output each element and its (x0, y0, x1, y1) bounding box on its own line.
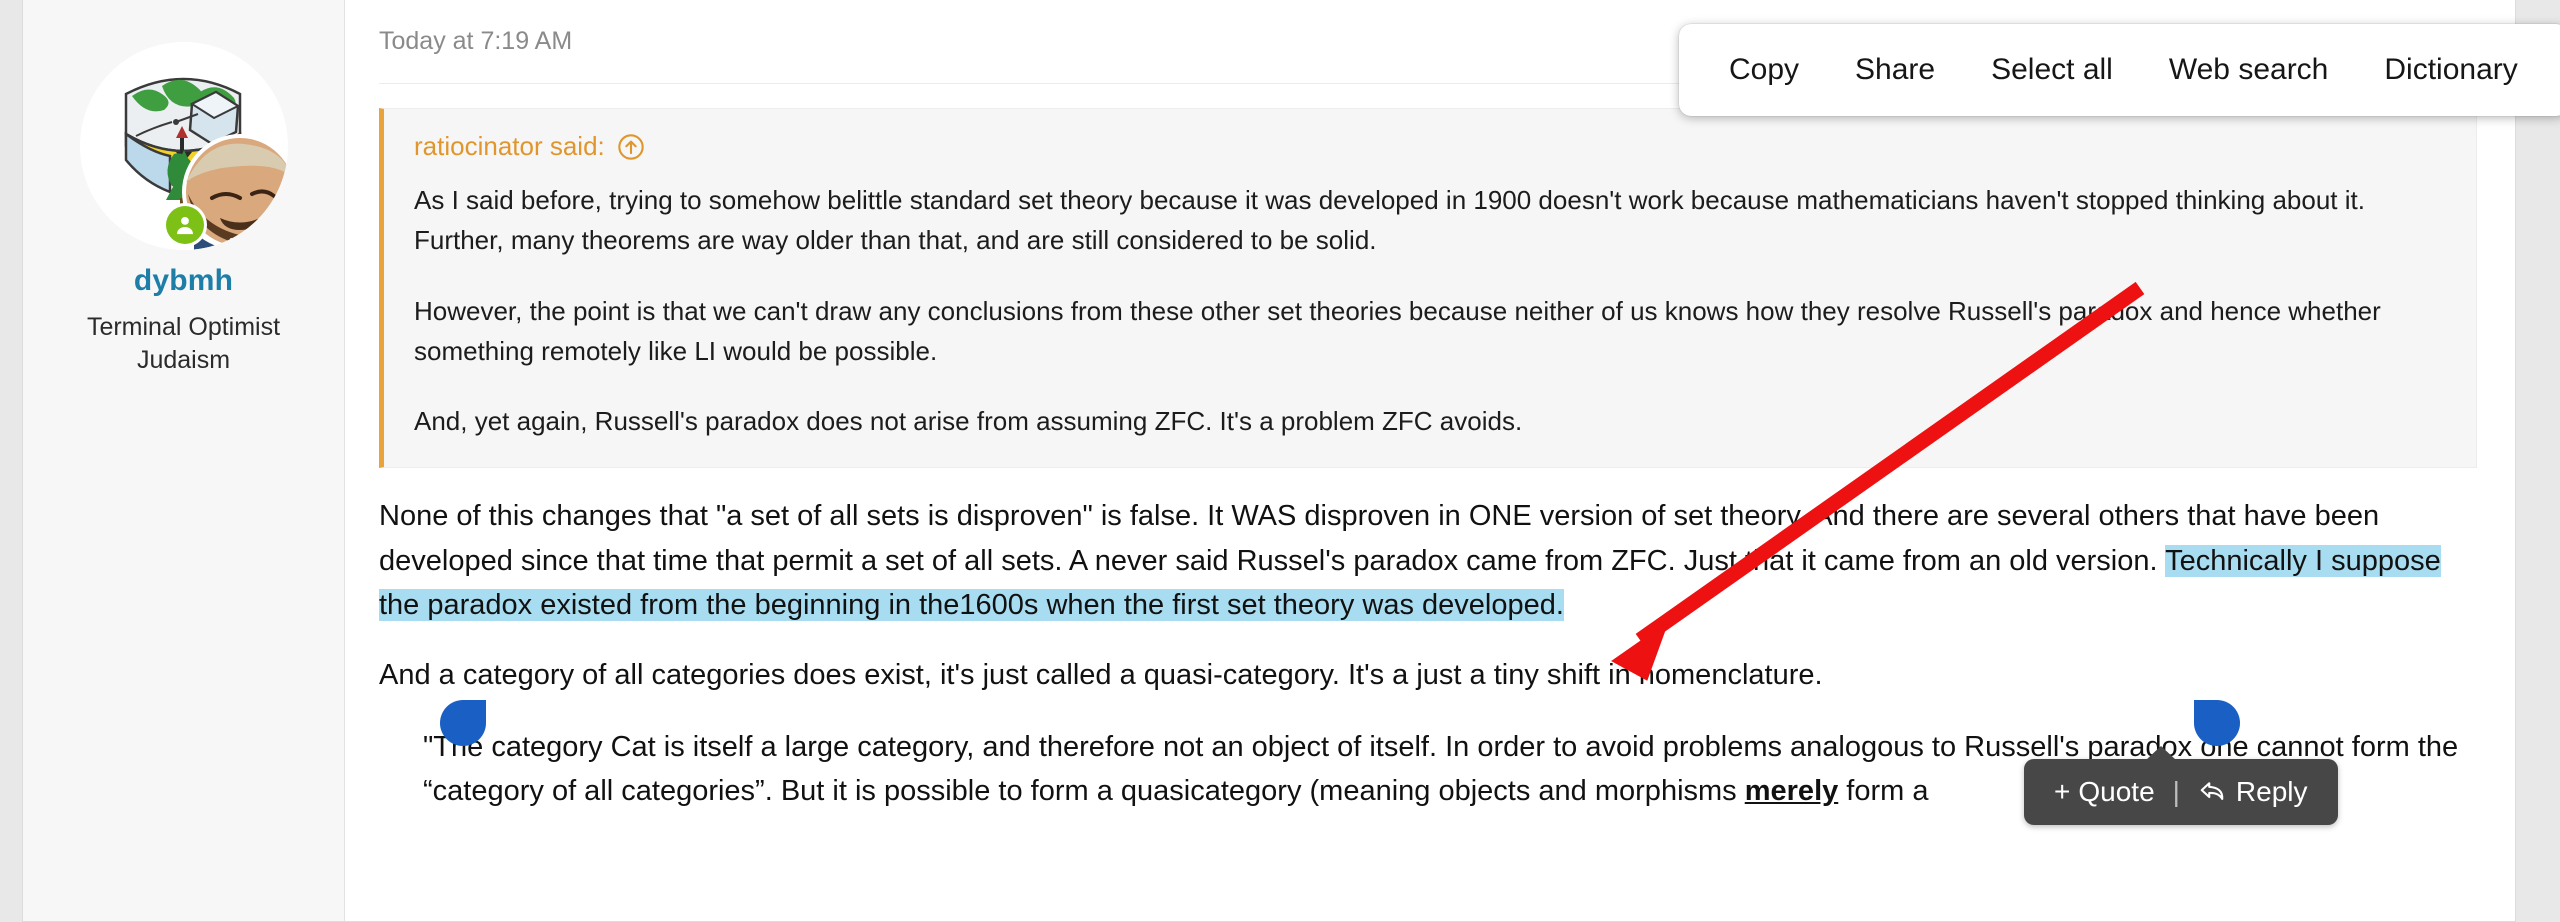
plus-icon: + (2054, 776, 2071, 807)
context-menu-item-select-all[interactable]: Select all (1963, 53, 2141, 87)
post-timestamp[interactable]: Today at 7:19 AM (379, 27, 572, 56)
post-author-title: Terminal Optimist (86, 313, 281, 341)
selection-handle-end[interactable] (2194, 700, 2240, 746)
post-body-paragraph: None of this changes that "a set of all … (379, 494, 2477, 626)
reply-arrow-icon (2198, 779, 2228, 805)
context-menu-item-share[interactable]: Share (1827, 53, 1963, 87)
quote-block: ratiocinator said: As I said before, try… (379, 108, 2477, 469)
quote-button-label: Quote (2078, 776, 2155, 807)
post-author-subtitle: Judaism (136, 346, 231, 375)
post-user-column: dybmh Terminal Optimist Judaism (23, 0, 345, 921)
quote-attribution[interactable]: ratiocinator said: (414, 131, 2446, 162)
arrow-up-circle-icon[interactable] (617, 133, 645, 161)
context-menu-item-web-search[interactable]: Web search (2141, 53, 2357, 87)
quote-paragraph: However, the point is that we can't draw… (414, 295, 2381, 366)
avatar[interactable] (79, 42, 288, 250)
quote-attribution-label: ratiocinator said: (414, 131, 605, 161)
text-context-menu[interactable]: Copy Share Select all Web search Diction… (1679, 24, 2560, 116)
user-online-icon (165, 206, 204, 244)
quote-button[interactable]: + Quote (2054, 776, 2155, 808)
selection-toolbar[interactable]: + Quote | Reply (2024, 746, 2338, 825)
toolbar-separator: | (2172, 776, 2180, 807)
reply-button[interactable]: Reply (2198, 776, 2308, 808)
blockquote-text-tail: form a (1838, 774, 1929, 807)
quote-paragraph: As I said before, trying to somehow beli… (414, 185, 2365, 256)
context-menu-item-copy[interactable]: Copy (1701, 53, 1827, 87)
post-body-text: None of this changes that "a set of all … (379, 500, 2380, 577)
post-body-paragraph: And a category of all categories does ex… (379, 658, 1823, 691)
screen: dybmh Terminal Optimist Judaism Today at… (0, 0, 2560, 922)
blockquote-emphasis: merely (1744, 774, 1839, 807)
quote-paragraph: And, yet again, Russell's paradox does n… (414, 406, 1523, 437)
post-author-username[interactable]: dybmh (23, 264, 344, 298)
context-menu-item-dictionary[interactable]: Dictionary (2356, 53, 2545, 87)
reply-button-label: Reply (2235, 776, 2308, 807)
selection-handle-start[interactable] (440, 700, 486, 746)
